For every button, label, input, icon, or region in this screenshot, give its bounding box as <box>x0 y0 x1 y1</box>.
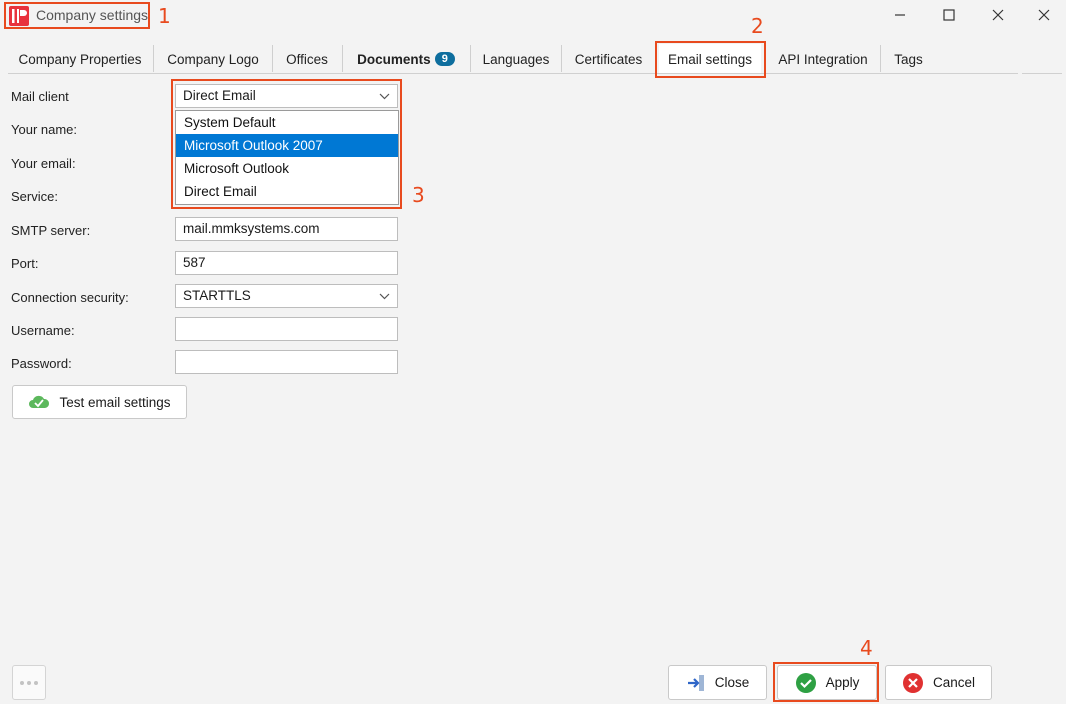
mail-client-label: Mail client <box>11 89 69 104</box>
callout-number-2: 2 <box>751 14 764 38</box>
documents-count-badge: 9 <box>434 52 455 66</box>
password-input[interactable] <box>175 350 398 374</box>
username-input[interactable] <box>175 317 398 341</box>
tab-offices[interactable]: Offices <box>273 44 341 74</box>
maximize-button[interactable] <box>927 0 971 30</box>
username-label: Username: <box>11 323 75 338</box>
x-circle-icon <box>902 672 924 694</box>
callout-box-3 <box>171 79 402 209</box>
more-options-button[interactable] <box>12 665 46 700</box>
callout-box-2 <box>655 41 766 78</box>
tab-company-logo[interactable]: Company Logo <box>154 44 272 74</box>
port-input[interactable]: 587 <box>175 251 398 275</box>
callout-number-4: 4 <box>860 636 873 660</box>
chevron-down-icon <box>379 293 390 300</box>
cancel-button[interactable]: Cancel <box>885 665 992 700</box>
password-label: Password: <box>11 356 72 371</box>
close-icon <box>992 9 1004 21</box>
your-name-label: Your name: <box>11 122 78 137</box>
arrow-right-icon <box>686 674 706 692</box>
tab-company-properties[interactable]: Company Properties <box>8 44 152 74</box>
tab-certificates[interactable]: Certificates <box>562 44 655 74</box>
close-window-button-secondary[interactable] <box>1022 0 1066 30</box>
port-label: Port: <box>11 256 39 271</box>
cloud-check-icon <box>28 394 50 410</box>
test-email-settings-button[interactable]: Test email settings <box>12 385 187 419</box>
minimize-button[interactable] <box>878 0 922 30</box>
your-email-label: Your email: <box>11 156 76 171</box>
callout-box-4 <box>773 662 879 702</box>
tab-languages[interactable]: Languages <box>471 44 561 74</box>
callout-number-1: 1 <box>158 4 171 28</box>
callout-number-3: 3 <box>412 183 425 207</box>
tab-api-integration[interactable]: API Integration <box>767 44 879 74</box>
close-window-button[interactable] <box>976 0 1020 30</box>
close-icon <box>1038 9 1050 21</box>
maximize-icon <box>943 9 955 21</box>
tab-tags[interactable]: Tags <box>881 44 936 74</box>
connection-security-label: Connection security: <box>11 290 129 305</box>
service-label: Service: <box>11 189 58 204</box>
close-button[interactable]: Close <box>668 665 767 700</box>
connection-security-select[interactable]: STARTTLS <box>175 284 398 308</box>
tab-documents[interactable]: Documents 9 <box>343 44 469 74</box>
minimize-icon <box>895 14 905 16</box>
smtp-server-label: SMTP server: <box>11 223 91 238</box>
callout-box-1 <box>4 2 150 29</box>
smtp-server-input[interactable]: mail.mmksystems.com <box>175 217 398 241</box>
